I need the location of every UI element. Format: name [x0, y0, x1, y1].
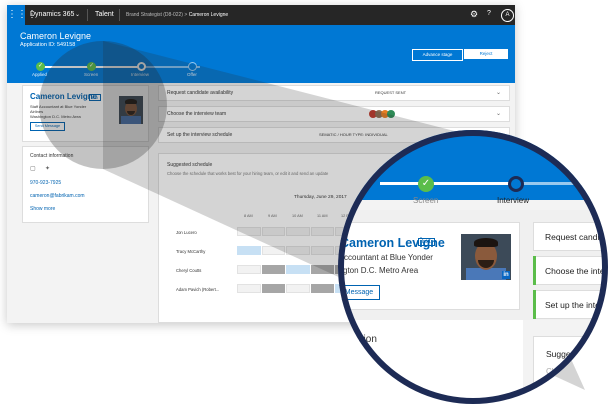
zoomed-candidate-photo: in — [461, 234, 511, 280]
zoomed-contact-card — [338, 320, 523, 404]
magnifier-lens: ✓ Screen Interview Cameron Levigne Ext c… — [338, 130, 608, 404]
zoomed-schedule-title: Sugges — [546, 349, 575, 359]
zoomed-task-label: Request candid — [545, 232, 605, 242]
linkedin-icon[interactable]: in — [502, 271, 510, 279]
zoomed-task-label: Set up the inte — [545, 300, 600, 310]
zoomed-task-indicator — [533, 290, 536, 319]
zoomed-message-button[interactable]: Message — [338, 285, 380, 300]
zoomed-external-badge: Ext — [418, 238, 435, 246]
zoomed-schedule-panel — [533, 336, 608, 404]
magnified-content: ✓ Screen Interview Cameron Levigne Ext c… — [338, 130, 608, 404]
zoomed-contact-title: ormation — [338, 334, 377, 345]
zoomed-task-label: Choose the inter — [545, 266, 608, 276]
photo-hair — [474, 238, 498, 247]
zoomed-stage-label-screen: Screen — [413, 196, 439, 205]
zoomed-header — [338, 130, 608, 200]
zoomed-stage-label-interview: Interview — [497, 196, 530, 205]
zoomed-schedule-subtitle: Ch — [546, 367, 557, 376]
check-icon[interactable]: ✓ — [418, 176, 434, 192]
zoomed-task-indicator — [533, 256, 536, 285]
zoomed-stage-fill — [380, 182, 515, 185]
marketing-screenshot: ⋮⋮⋮ Dynamics 365 ⌄ Talent Brand Strategi… — [0, 0, 608, 406]
zoomed-candidate-location: gton D.C. Metro Area — [343, 266, 419, 275]
zoomed-candidate-title: ccountant at Blue Yonder — [344, 253, 433, 262]
zoomed-stage-current-dot[interactable] — [508, 176, 524, 192]
